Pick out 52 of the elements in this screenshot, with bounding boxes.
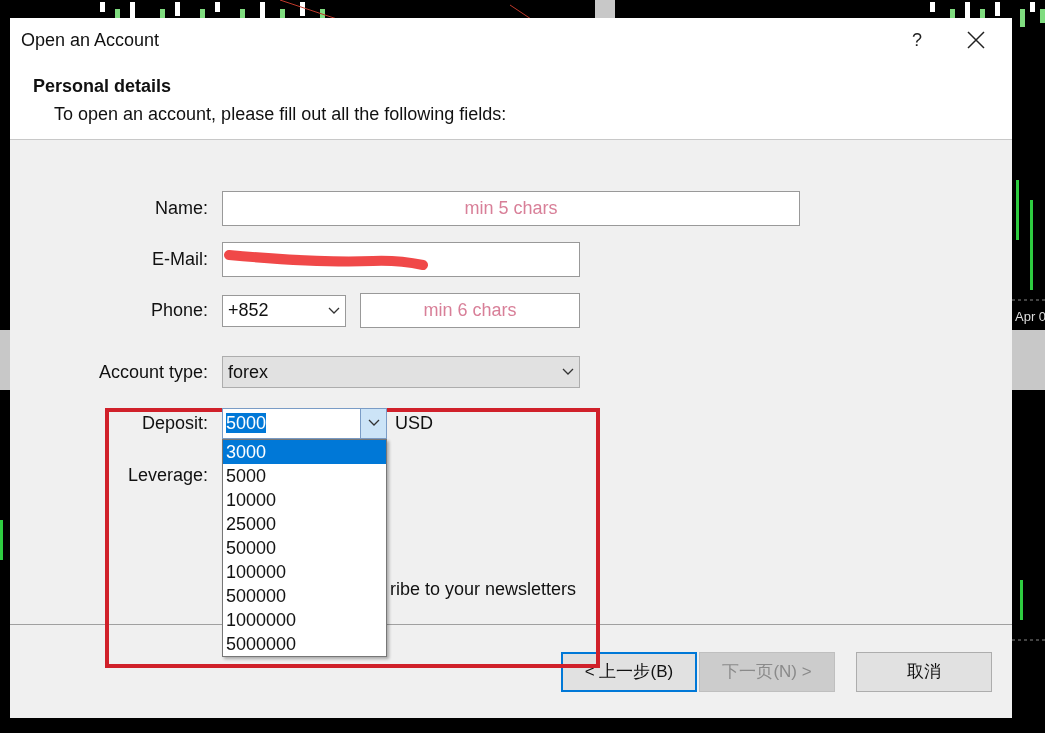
candle — [1016, 180, 1019, 240]
field-label: E-Mail: — [152, 249, 208, 269]
candle — [0, 520, 3, 560]
dropdown-option[interactable]: 5000 — [223, 464, 386, 488]
candle — [215, 2, 220, 12]
email-field[interactable] — [222, 242, 580, 277]
wizard-button[interactable]: 取消 — [856, 652, 992, 692]
help-button[interactable]: ? — [902, 26, 932, 54]
chevron-down-icon — [367, 419, 380, 427]
candle — [930, 2, 935, 12]
dropdown-option[interactable]: 25000 — [223, 512, 386, 536]
axis-label: Apr 0 — [1015, 308, 1045, 326]
dropdown-option[interactable]: 1000000 — [223, 608, 386, 632]
candle — [1040, 9, 1045, 23]
dropdown-option[interactable]: 500000 — [223, 584, 386, 608]
candle — [1030, 2, 1035, 12]
dropdown-option[interactable]: 3000 — [223, 440, 386, 464]
phone-field[interactable]: min 6 chars — [360, 293, 580, 328]
candle — [1020, 9, 1025, 27]
field-label: Account type: — [98, 361, 208, 382]
field-label: Name: — [155, 198, 208, 218]
chevron-down-icon — [328, 306, 340, 315]
phone-code-select[interactable]: +852 — [222, 294, 346, 327]
wizard-button[interactable]: < 上一步(B) — [561, 652, 697, 692]
name-field[interactable]: min 5 chars — [222, 191, 800, 226]
newsletter-label: ribe to your newsletters — [390, 577, 577, 601]
panel-splitter — [1012, 330, 1045, 390]
dropdown-option[interactable]: 10000 — [223, 488, 386, 512]
deposit-select[interactable]: 5000 — [222, 407, 387, 439]
candle — [280, 9, 285, 19]
candle — [100, 2, 105, 12]
dropdown-option[interactable]: 50000 — [223, 536, 386, 560]
chevron-down-icon — [562, 368, 574, 376]
currency-label: USD — [395, 411, 433, 435]
dropdown-option[interactable]: 5000000 — [223, 632, 386, 656]
dropdown-option[interactable]: 100000 — [223, 560, 386, 584]
section-subtitle: To open an account, please fill out all the following fields: — [54, 103, 507, 126]
section-title: Personal details — [33, 75, 172, 98]
field-label: Deposit: — [141, 412, 208, 433]
candle — [160, 9, 165, 19]
field-label: Leverage: — [127, 464, 208, 485]
field-label: Phone: — [150, 300, 208, 320]
candle — [995, 2, 1000, 16]
candle — [980, 9, 985, 19]
account-type-select[interactable]: forex — [222, 356, 580, 388]
close-icon — [967, 31, 985, 49]
candle — [300, 2, 305, 16]
panel-splitter — [595, 0, 615, 18]
candle — [1020, 580, 1023, 620]
panel-splitter — [0, 330, 10, 390]
window-title: Open an Account — [21, 28, 160, 52]
candle — [175, 2, 180, 16]
